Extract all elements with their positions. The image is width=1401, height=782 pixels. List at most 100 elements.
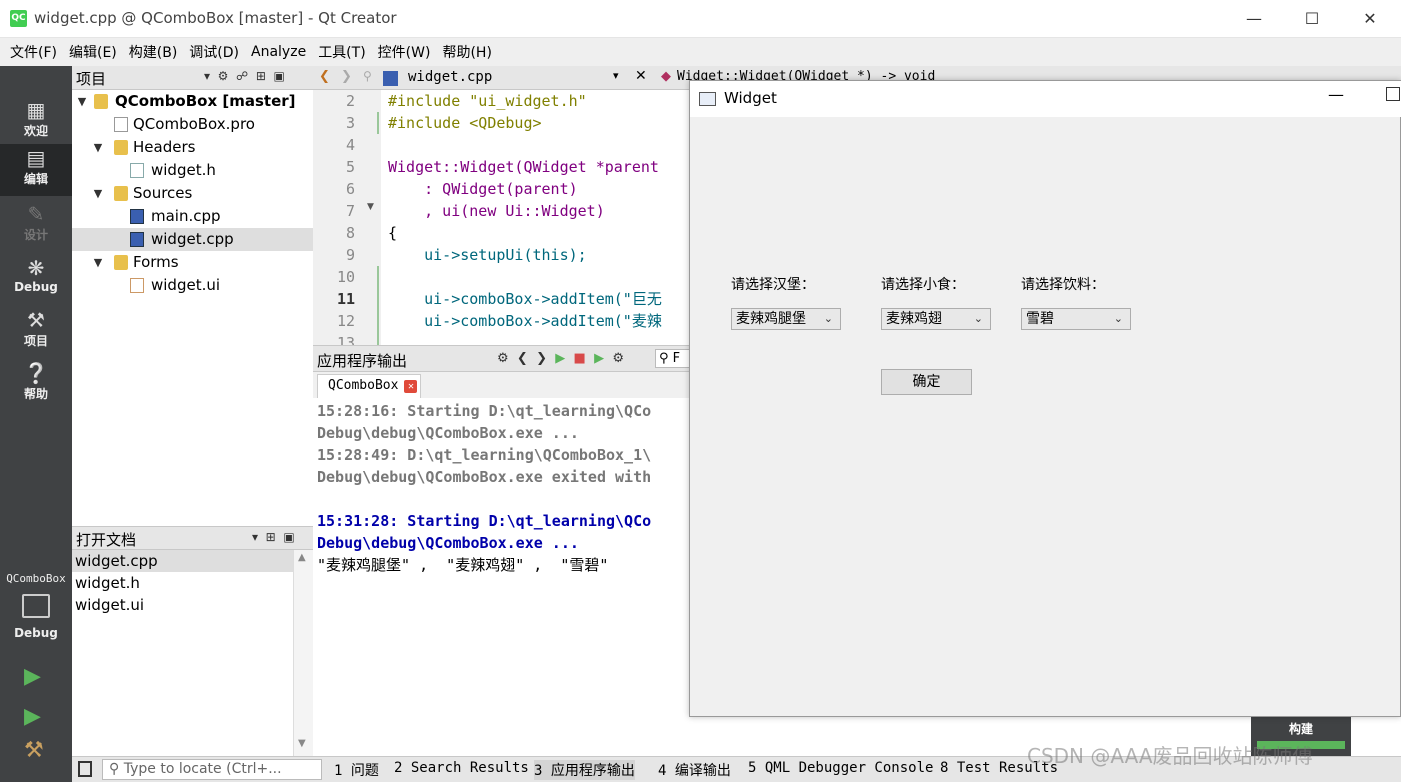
fold-marker-icon[interactable]: ▼ [367, 202, 374, 212]
line-number: 11 [336, 290, 355, 308]
mode-label: 编辑 [23, 172, 48, 186]
kit-project-label: QComboBox [6, 572, 66, 585]
menu-tools[interactable]: 工具(T) [312, 42, 371, 62]
chevron-down-icon[interactable]: ▼ [92, 251, 104, 274]
open-documents-header: 打开文档 ▾ ⊞ ▣ [72, 526, 313, 550]
chevron-down-icon[interactable]: ▼ [76, 90, 88, 113]
bottom-tab-compile-output[interactable]: 4 编译输出 [658, 760, 731, 780]
mode-welcome[interactable]: ▦ 欢迎 [0, 96, 72, 148]
line-number: 8 [345, 224, 355, 242]
menu-widget[interactable]: 控件(W) [372, 42, 437, 62]
widget-titlebar: Widget — [690, 81, 1401, 117]
monitor-icon[interactable] [22, 594, 50, 618]
bottom-tab-search-results[interactable]: 2 Search Results [394, 760, 529, 776]
folder-icon [114, 186, 128, 201]
chevron-down-icon[interactable]: ▼ [92, 182, 104, 205]
code-token: : QWidget(parent) [388, 180, 578, 198]
tree-item-main-cpp[interactable]: main.cpp [72, 205, 313, 228]
drink-combobox[interactable]: 雪碧 ⌄ [1021, 308, 1131, 330]
snack-combobox[interactable]: 麦辣鸡翅 ⌄ [881, 308, 991, 330]
toggle-sidebar-icon[interactable] [78, 761, 92, 777]
menu-analyze[interactable]: Analyze [245, 44, 312, 60]
header-file-icon [130, 163, 144, 178]
editor-file-tab[interactable]: widget.cpp [408, 69, 492, 85]
close-file-icon[interactable]: ✕ [635, 68, 647, 84]
mode-debug[interactable]: ❋ Debug [0, 254, 72, 306]
mode-help[interactable]: ❔ 帮助 [0, 359, 72, 411]
bug-icon: ❋ [27, 256, 45, 280]
debug-run-icon[interactable]: ▶ [24, 704, 41, 729]
output-pane-title: 应用程序输出 [317, 352, 408, 370]
mode-label: 设计 [23, 228, 48, 242]
mode-design[interactable]: ✎ 设计 [0, 200, 72, 252]
bottom-tab-issues[interactable]: 1 问题 [334, 760, 379, 780]
scroll-up-icon[interactable]: ▲ [298, 552, 306, 563]
open-doc-item[interactable]: widget.ui [72, 594, 294, 616]
bottom-tab-application-output[interactable]: 3 应用程序输出 [534, 760, 635, 780]
locator-placeholder: Type to locate (Ctrl+... [123, 761, 282, 777]
snack-combobox-value: 麦辣鸡翅 [886, 311, 942, 327]
code-token: ui->setupUi(this); [388, 246, 587, 264]
open-doc-item[interactable]: widget.h [72, 572, 294, 594]
mode-selector-bar: ▦ 欢迎 ▤ 编辑 ✎ 设计 ❋ Debug ⚒ 项目 ❔ 帮助 QComboB… [0, 66, 72, 782]
tree-item-forms[interactable]: ▼ Forms [72, 251, 313, 274]
code-token: #include "ui_widget.h" [388, 92, 587, 110]
ui-file-icon [130, 278, 144, 293]
tree-item-headers[interactable]: ▼ Headers [72, 136, 313, 159]
tree-item-pro-file[interactable]: QComboBox.pro [72, 113, 313, 136]
scroll-down-icon[interactable]: ▼ [298, 738, 306, 749]
maximize-button[interactable]: ☐ [1283, 0, 1341, 38]
tree-item-project[interactable]: ▼ QComboBox [master] [72, 90, 313, 113]
hammer-icon[interactable]: ⚒ [24, 738, 44, 763]
output-toolbar[interactable]: ⚙ ❮ ❯ ▶ ■ ▶ ⚙ [497, 351, 624, 366]
chevron-down-icon: ⌄ [1113, 312, 1123, 325]
open-documents-scrollbar[interactable]: ▲ ▼ [293, 550, 313, 756]
back-icon[interactable]: ❮ [319, 69, 330, 84]
code-line: , ui(new Ui::Widget) [388, 200, 605, 222]
tree-item-widget-ui[interactable]: widget.ui [72, 274, 313, 297]
close-button[interactable]: ✕ [1341, 0, 1399, 38]
file-dropdown-icon[interactable]: ▾ [613, 69, 619, 82]
forward-icon[interactable]: ❯ [341, 69, 352, 84]
mode-label: 项目 [23, 334, 48, 348]
mode-label: 帮助 [23, 387, 48, 401]
burger-combobox[interactable]: 麦辣鸡腿堡 ⌄ [731, 308, 841, 330]
menu-help[interactable]: 帮助(H) [436, 42, 497, 62]
tree-item-sources[interactable]: ▼ Sources [72, 182, 313, 205]
wrench-icon: ⚒ [27, 308, 45, 332]
chevron-down-icon[interactable]: ▼ [92, 136, 104, 159]
minimize-button[interactable]: — [1225, 0, 1283, 38]
output-tab-qcombobox[interactable]: QComboBox ✕ [317, 374, 422, 398]
menu-edit[interactable]: 编辑(E) [63, 42, 123, 62]
project-pane-toolbar[interactable]: ▾ ⚙ ☍ ⊞ ▣ [204, 69, 285, 83]
mode-edit[interactable]: ▤ 编辑 [0, 144, 72, 196]
tree-item-widget-h[interactable]: widget.h [72, 159, 313, 182]
project-tree: ▼ QComboBox [master] QComboBox.pro ▼ Hea… [72, 90, 313, 526]
document-icon: ▤ [26, 146, 46, 170]
code-line: #include "ui_widget.h" [388, 90, 587, 112]
menu-build[interactable]: 构建(B) [123, 42, 184, 62]
grid-icon: ▦ [26, 98, 46, 122]
menu-file[interactable]: 文件(F) [4, 42, 63, 62]
output-line: Debug\debug\QComboBox.exe ... [317, 534, 579, 552]
output-line: Debug\debug\QComboBox.exe ... [317, 424, 579, 442]
code-token: ui->comboBox->addItem("巨无 [388, 290, 662, 308]
bottom-tab-qml-console[interactable]: 5 QML Debugger Console [748, 760, 933, 776]
widget-minimize-button[interactable]: — [1328, 85, 1344, 104]
window-titlebar: QC widget.cpp @ QComboBox [master] - Qt … [0, 0, 1401, 38]
tree-item-widget-cpp[interactable]: widget.cpp [72, 228, 313, 251]
open-documents-toolbar[interactable]: ▾ ⊞ ▣ [252, 530, 295, 544]
open-doc-item[interactable]: widget.cpp [72, 550, 294, 572]
tree-item-label: widget.cpp [151, 230, 234, 248]
menu-debug[interactable]: 调试(D) [183, 42, 245, 62]
run-icon[interactable]: ▶ [24, 664, 41, 689]
locator-input[interactable]: ⚲ Type to locate (Ctrl+... [102, 759, 322, 780]
kit-mode-label: Debug [14, 626, 58, 640]
close-tab-icon[interactable]: ✕ [404, 380, 418, 393]
code-line: #include <QDebug> [388, 112, 542, 134]
mode-projects[interactable]: ⚒ 项目 [0, 306, 72, 358]
pencil-icon: ✎ [27, 202, 45, 226]
confirm-button[interactable]: 确定 [881, 369, 972, 395]
project-icon [94, 94, 108, 109]
widget-maximize-button[interactable] [1386, 87, 1400, 101]
